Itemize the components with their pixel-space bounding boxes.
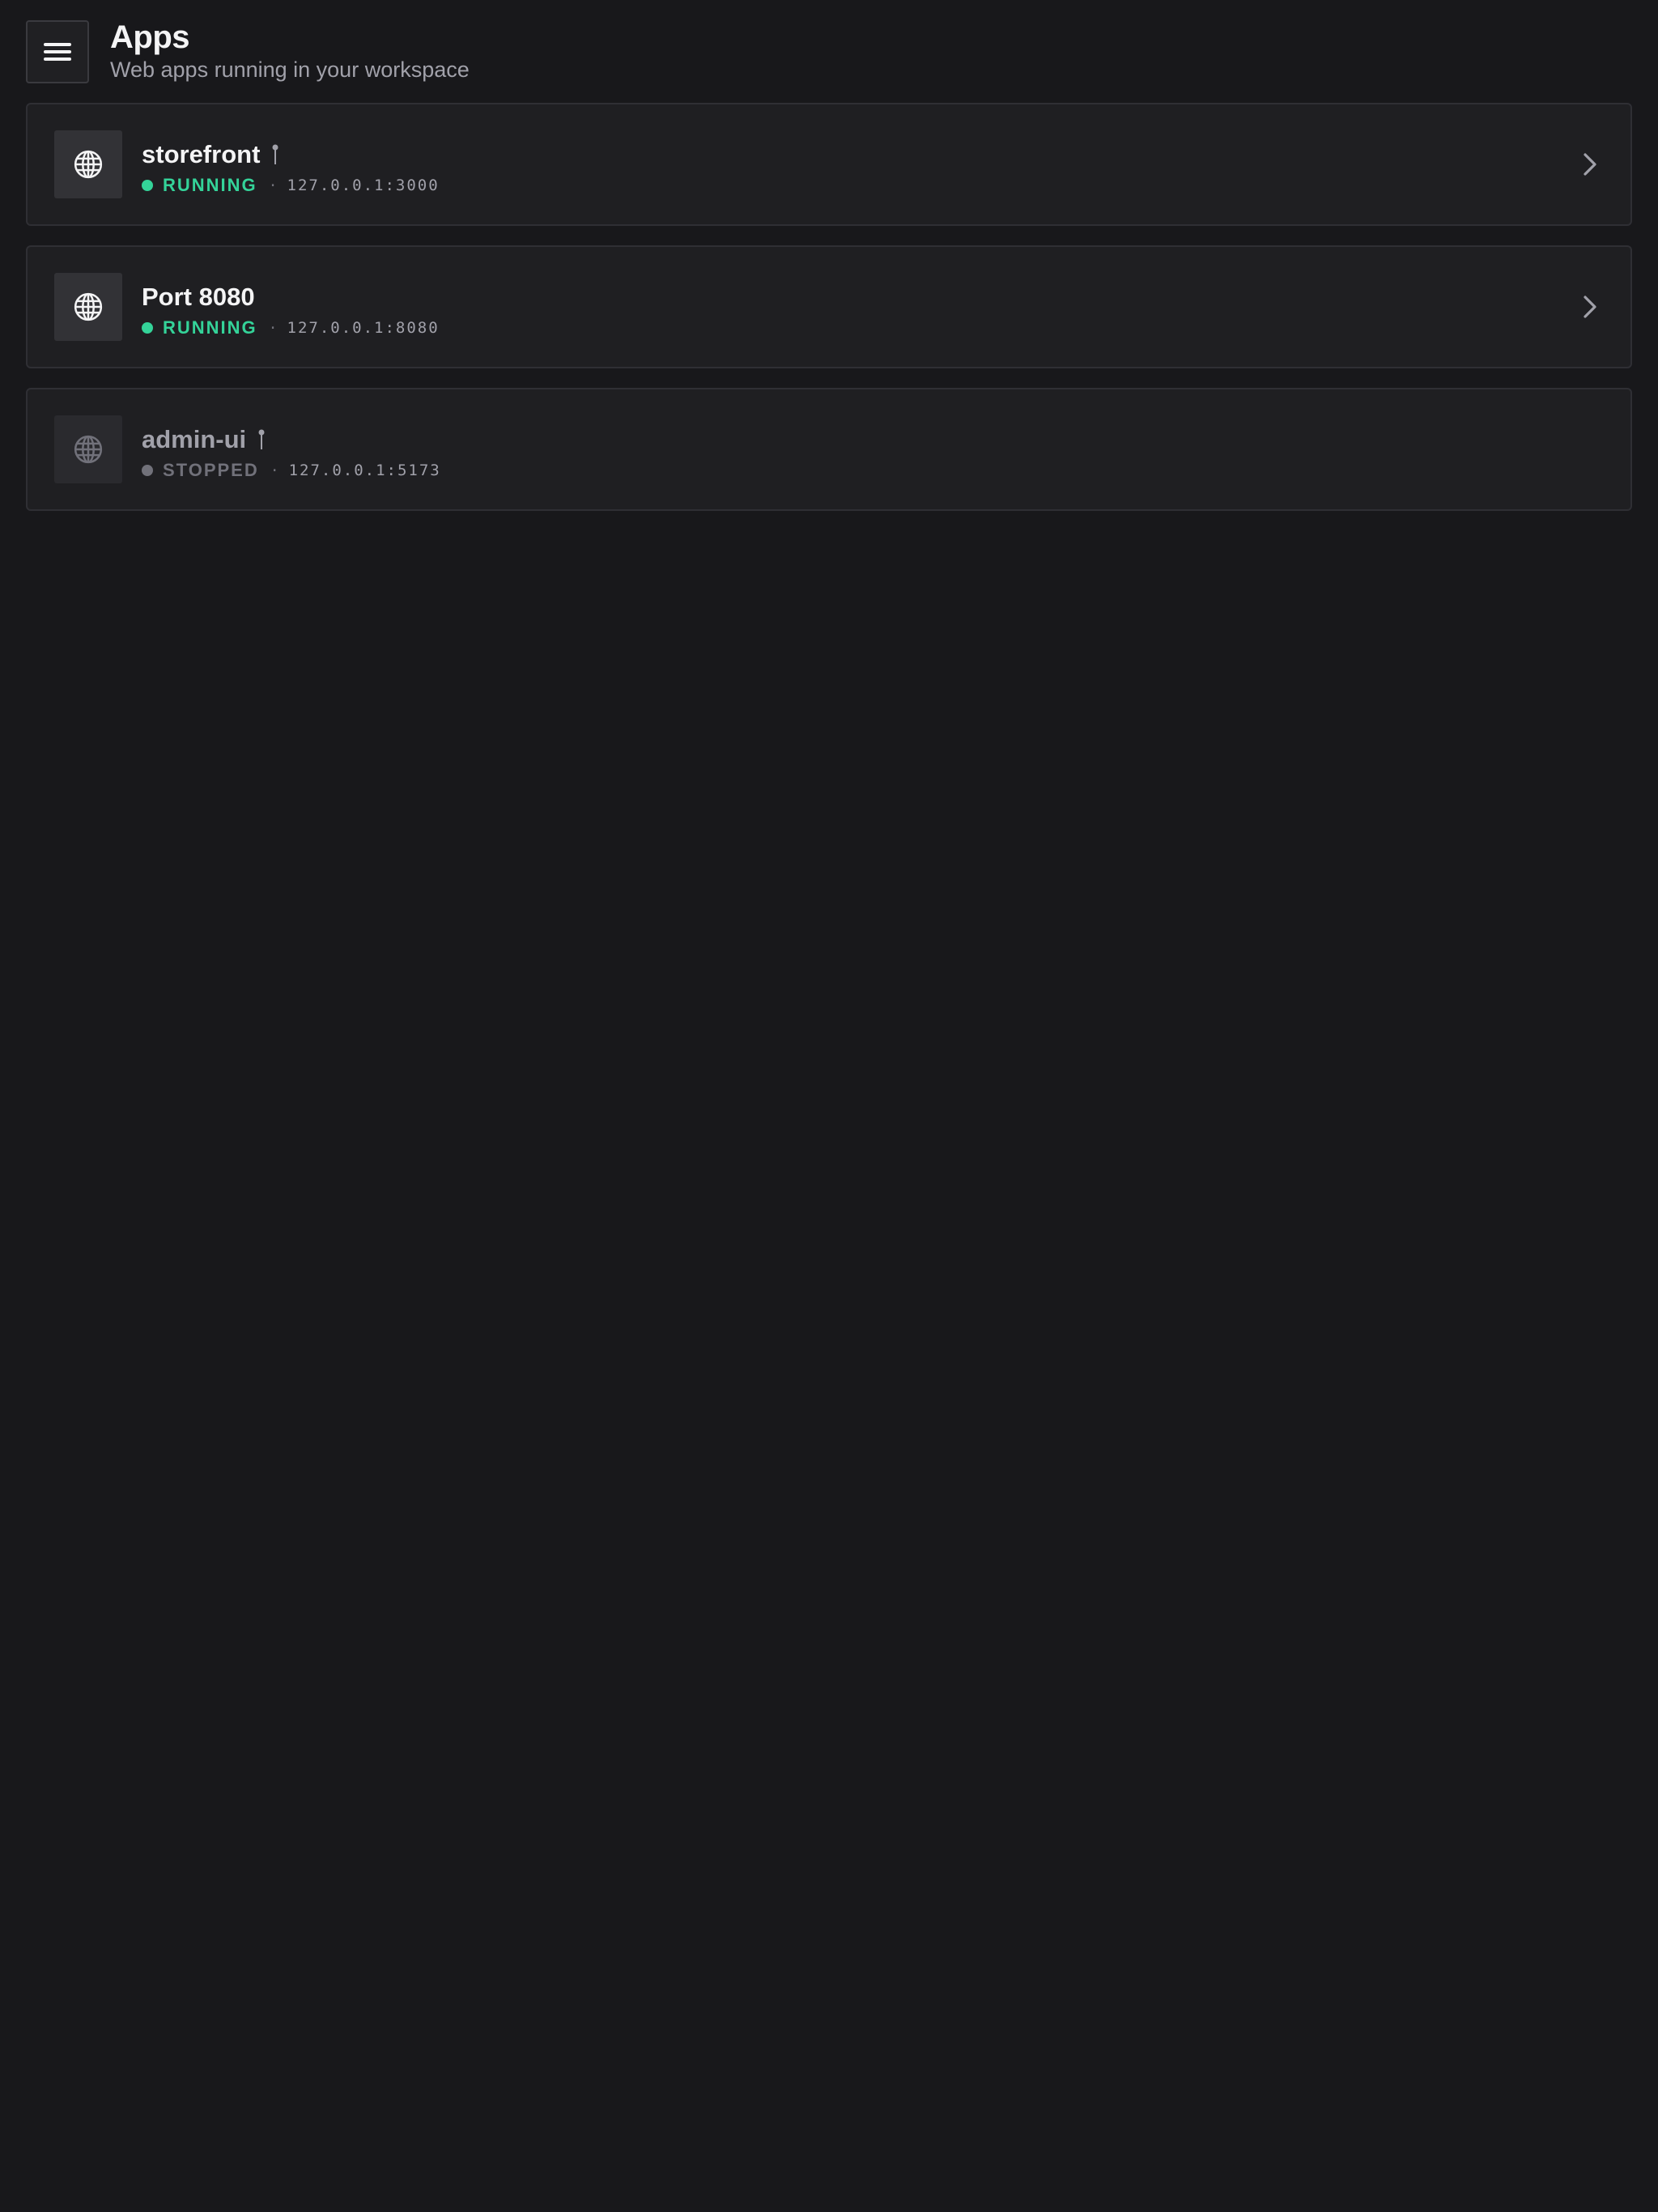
app-info: storefront RUNNING · 127.0.0.1:3000: [142, 138, 440, 197]
app-icon-tile: [54, 415, 122, 483]
app-icon-tile: [54, 130, 122, 198]
chevron-right-icon[interactable]: [1580, 151, 1600, 178]
status-dot: [142, 465, 153, 476]
app-name: Port 8080: [142, 283, 255, 311]
app-status-row: RUNNING · 127.0.0.1:8080: [142, 317, 440, 339]
globe-icon: [74, 435, 103, 464]
pin-icon: [257, 423, 266, 456]
app-card-storefront[interactable]: storefront RUNNING · 127.0.0.1:3000: [26, 103, 1632, 226]
status-text: STOPPED: [163, 460, 259, 480]
app-address: 127.0.0.1:3000: [287, 177, 440, 194]
pin-icon: [271, 138, 279, 171]
app-address: 127.0.0.1:5173: [288, 462, 441, 479]
app-name-row: Port 8080: [142, 281, 440, 313]
app-status-row: RUNNING · 127.0.0.1:3000: [142, 174, 440, 197]
app-status-row: STOPPED · 127.0.0.1:5173: [142, 459, 441, 482]
app-name: storefront: [142, 140, 261, 168]
menu-button[interactable]: [26, 20, 89, 83]
app-info: admin-ui STOPPED · 127.0.0.1:5173: [142, 423, 441, 482]
app-info: Port 8080 RUNNING · 127.0.0.1:8080: [142, 281, 440, 339]
separator: ·: [270, 462, 279, 479]
app-name-row: admin-ui: [142, 423, 441, 456]
app-name: admin-ui: [142, 425, 247, 453]
app-address: 127.0.0.1:8080: [287, 319, 440, 337]
status-text: RUNNING: [163, 175, 257, 195]
hamburger-menu-icon: [44, 43, 71, 61]
chevron-right-icon[interactable]: [1580, 293, 1600, 321]
separator: ·: [268, 319, 278, 337]
globe-icon: [74, 292, 103, 321]
page-header: Apps Web apps running in your workspace: [26, 19, 470, 84]
app-icon-tile: [54, 273, 122, 341]
app-name-row: storefront: [142, 138, 440, 171]
status-dot: [142, 322, 153, 334]
status-text: RUNNING: [163, 317, 257, 338]
page-title: Apps: [110, 19, 189, 55]
page-subtitle: Web apps running in your workspace: [110, 57, 470, 82]
separator: ·: [268, 177, 278, 194]
app-list: storefront RUNNING · 127.0.0.1:3000 Port…: [26, 103, 1632, 530]
app-card-port-8080[interactable]: Port 8080 RUNNING · 127.0.0.1:8080: [26, 245, 1632, 368]
app-card-admin-ui[interactable]: admin-ui STOPPED · 127.0.0.1:5173: [26, 388, 1632, 511]
globe-icon: [74, 150, 103, 179]
header-titles: Apps Web apps running in your workspace: [110, 19, 470, 84]
status-dot: [142, 180, 153, 191]
